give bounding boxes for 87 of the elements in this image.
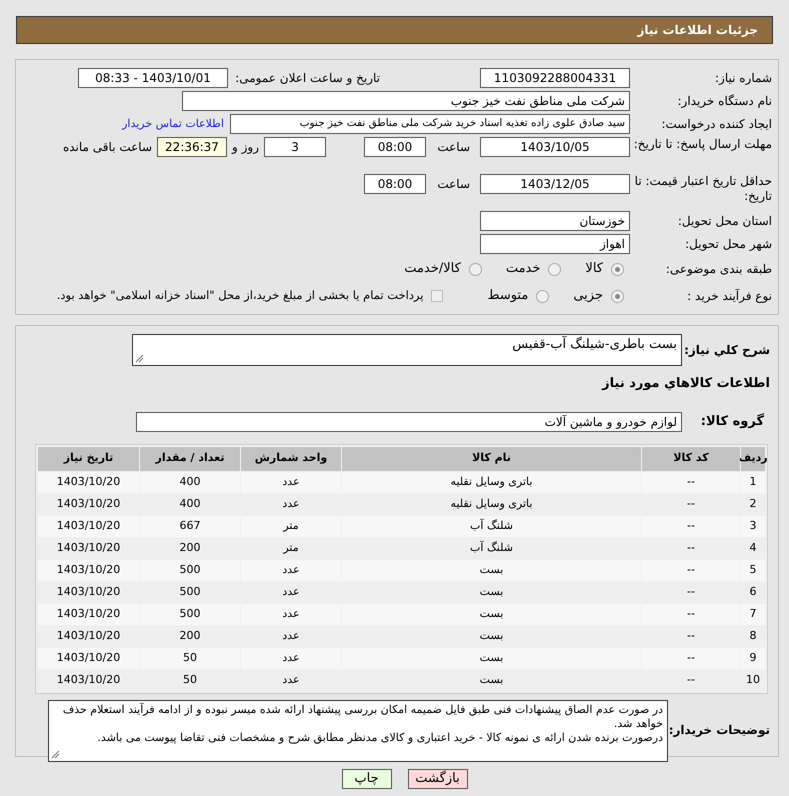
- field-label: نام دستگاه خریدار:: [676, 94, 772, 108]
- table-cell: باتری وسایل نقلیه: [342, 472, 641, 492]
- field-label: ساعت باقی مانده: [62, 139, 153, 155]
- description-textarea[interactable]: بست باطری-شیلنگ آب-قفیس: [132, 334, 682, 366]
- table-cell: 9: [741, 648, 765, 668]
- table-cell: 400: [140, 472, 240, 492]
- column-header: تعداد / مقدار: [140, 446, 240, 470]
- field-label: شهر محل تحویل:: [684, 236, 772, 252]
- radio-label: خدمت: [506, 260, 540, 278]
- table-cell: 7: [741, 604, 765, 624]
- field-label: ساعت: [436, 139, 471, 155]
- text-field[interactable]: 1403/12/05: [480, 174, 630, 194]
- radio-button[interactable]: [611, 262, 624, 276]
- resize-grip-icon[interactable]: [51, 750, 60, 758]
- radio-button[interactable]: [468, 262, 482, 276]
- table-cell: بست: [342, 648, 641, 668]
- table-cell: 500: [140, 560, 240, 580]
- table-cell: 1403/10/20: [38, 472, 139, 492]
- checkbox[interactable]: [431, 290, 444, 302]
- table-cell: --: [642, 648, 740, 668]
- table-cell: بست: [342, 560, 641, 580]
- text-field[interactable]: 1403/10/01 - 08:33: [78, 68, 228, 88]
- text-field[interactable]: 1403/10/05: [480, 137, 630, 157]
- column-header: کد کالا: [642, 446, 740, 470]
- field-label: نوع فرآیند خرید :: [686, 288, 772, 304]
- radio-button[interactable]: [536, 290, 550, 302]
- field-label: شماره نیاز:: [714, 70, 772, 86]
- page-title: جزئیات اطلاعات نیاز: [637, 22, 758, 39]
- back-button[interactable]: بازگشت: [408, 769, 468, 789]
- table-cell: 5: [741, 560, 765, 580]
- section-title: اطلاعات کالاهاي مورد نياز: [602, 375, 770, 393]
- table-cell: 1403/10/20: [38, 516, 139, 536]
- column-header: واحد شمارش: [241, 446, 341, 470]
- table-cell: بست: [342, 604, 641, 624]
- field-label: مهلت ارسال پاسخ: تا تاریخ:: [632, 137, 772, 152]
- table-cell: --: [642, 604, 740, 624]
- text-field[interactable]: لوازم خودرو و ماشین آلات: [136, 412, 682, 432]
- print-button[interactable]: چاپ: [342, 769, 392, 789]
- radio-label: کالا/خدمت: [404, 260, 461, 278]
- text-field[interactable]: 1103092288004331: [480, 68, 630, 88]
- radio-label: کالا: [585, 260, 603, 278]
- column-header: تاریخ نیاز: [38, 446, 139, 470]
- resize-grip-icon[interactable]: [135, 354, 144, 363]
- text-field[interactable]: اهواز: [480, 234, 630, 254]
- column-header: نام کالا: [342, 446, 641, 470]
- text-field[interactable]: سید صادق علوی زاده تغذیه اسناد خرید شرکت ملی مناطق نفت خیز جنوب: [230, 114, 630, 134]
- table-cell: شلنگ آب: [342, 516, 641, 536]
- text-field[interactable]: خوزستان: [480, 211, 630, 231]
- radio-label: جزیی: [573, 287, 603, 306]
- field-label: حداقل تاریخ اعتبار قیمت: تا تاریخ:: [634, 174, 772, 204]
- text-field[interactable]: 22:36:37: [157, 137, 227, 157]
- column-header: ردیف: [741, 446, 765, 470]
- table-cell: 1: [741, 472, 765, 492]
- field-label: روز و: [230, 139, 260, 155]
- field-label: استان محل تحویل:: [676, 214, 772, 228]
- radio-label: متوسط: [487, 287, 528, 306]
- field-label: ساعت: [436, 176, 471, 192]
- table-cell: 1403/10/20: [38, 648, 139, 668]
- notes-textarea[interactable]: در صورت عدم الصاق پیشنهادات فنی طبق فایل ضمیمه امکان بررسی پیشنهاد ارائه شده میسر نبوده و از ادامه فرآیند استعلام حذف خواهد شد. درصورت برنده شدن ارائه ی نمونه کالا - خرید اعتباری و کالای مدنظر مطابق شرح و مشخصات فنی تقاضا پیوست می باشد.: [48, 700, 668, 762]
- text-field[interactable]: 08:00: [364, 137, 426, 157]
- table-cell: --: [642, 472, 740, 492]
- text-field[interactable]: 08:00: [364, 174, 426, 194]
- table-cell: عدد: [241, 648, 341, 668]
- table-cell: عدد: [241, 604, 341, 624]
- field-label: تاریخ و ساعت اعلان عمومی:: [234, 70, 380, 86]
- text-field[interactable]: شرکت ملی مناطق نفت خیز جنوب: [182, 91, 630, 111]
- table-cell: 50: [140, 648, 240, 668]
- table-cell: --: [642, 560, 740, 580]
- radio-button[interactable]: [611, 290, 624, 302]
- field-label: طبقه بندی موضوعی:: [664, 262, 772, 276]
- table-cell: عدد: [241, 560, 341, 580]
- payment-note: پرداخت تمام یا بخشی از مبلغ خرید،از محل "اسناد خزانه اسلامی" خواهد بود.: [56, 287, 424, 304]
- table-cell: --: [642, 516, 740, 536]
- table-cell: 667: [140, 516, 240, 536]
- table-cell: متر: [241, 516, 341, 536]
- table-cell: 500: [140, 604, 240, 624]
- table-cell: 1403/10/20: [38, 560, 139, 580]
- radio-button[interactable]: [548, 262, 562, 276]
- text-field[interactable]: 3: [264, 137, 326, 157]
- table-cell: عدد: [241, 472, 341, 492]
- table-cell: 1403/10/20: [38, 604, 139, 624]
- table-cell: 3: [741, 516, 765, 536]
- field-label: ایجاد کننده درخواست:: [660, 116, 772, 132]
- field-label: شرح کلي نياز:: [683, 342, 770, 358]
- field-label: گروه کالا:: [700, 414, 765, 429]
- field-label: توضیحات خریدار:: [668, 723, 770, 738]
- buyer-contact-link[interactable]: اطلاعات تماس خریدار: [122, 116, 224, 132]
